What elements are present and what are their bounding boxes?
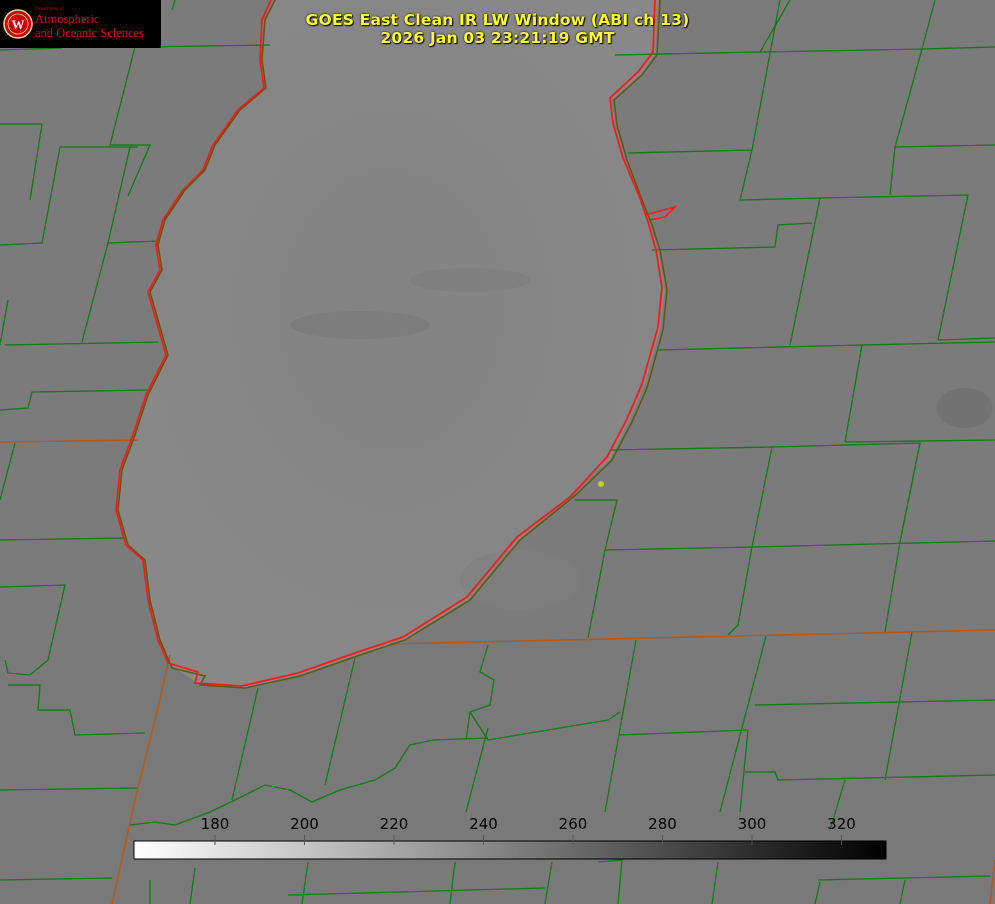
colorbar-tick-label: 240 xyxy=(469,815,498,833)
satellite-map xyxy=(0,0,995,904)
colorbar-tick-label: 320 xyxy=(827,815,856,833)
image-timestamp: 2026 Jan 03 23:21:19 GMT xyxy=(380,29,615,47)
colorbar-tick-label: 260 xyxy=(558,815,588,833)
colorbar-tick-label: 180 xyxy=(200,815,230,833)
colorbar-tick-label: 280 xyxy=(648,815,677,833)
image-title: GOES East Clean IR LW Window (ABI ch 13) xyxy=(305,11,690,29)
colorbar-tick-label: 200 xyxy=(290,815,319,833)
station-marker xyxy=(598,481,604,487)
colorbar-tick-label: 220 xyxy=(379,815,409,833)
colorbar-tick-label: 300 xyxy=(737,815,767,833)
colorbar xyxy=(133,840,887,860)
